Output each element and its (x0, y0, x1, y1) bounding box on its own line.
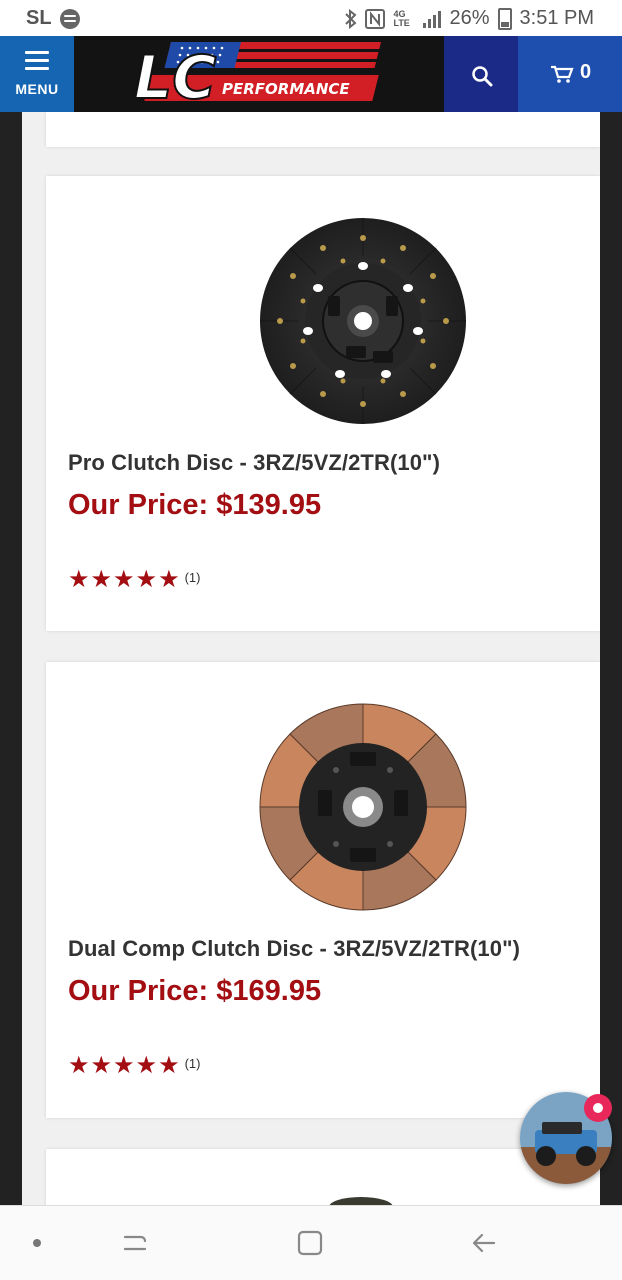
product-price: Our Price: $139.95 (68, 489, 322, 521)
network-type: 4G LTE (393, 8, 410, 28)
spotify-icon (59, 8, 80, 29)
cart-button[interactable]: 0 (518, 36, 622, 112)
star-icon: ★ (68, 1052, 90, 1079)
star-icon: ★ (90, 566, 113, 593)
star-icon: ★ (158, 566, 180, 593)
star-icon: ★ (158, 1052, 180, 1079)
menu-icon (25, 51, 49, 75)
battery-icon (497, 7, 512, 30)
rating-stars[interactable]: ★ ★ ★ ★ ★ (1) (68, 1054, 200, 1078)
cart-icon (551, 65, 574, 83)
product-price: Our Price: $169.95 (68, 975, 322, 1007)
status-bar: SL 4G LTE 26% 3:51 PM (0, 0, 622, 36)
search-icon (472, 66, 493, 87)
menu-label: MENU (15, 81, 59, 97)
star-icon: ★ (135, 1052, 158, 1079)
site-logo[interactable]: LC PERFORMANCE (130, 38, 388, 108)
signal-icon (423, 10, 442, 28)
rating-stars[interactable]: ★ ★ ★ ★ ★ (1) (68, 568, 200, 592)
system-nav-bar (0, 1205, 622, 1280)
status-right: 4G LTE 26% 3:51 PM (345, 7, 594, 30)
product-card-partial[interactable] (46, 1149, 600, 1205)
product-title[interactable]: Dual Comp Clutch Disc - 3RZ/5VZ/2TR(10") (68, 936, 520, 962)
star-icon: ★ (113, 1052, 135, 1079)
page-gutter (600, 112, 622, 1205)
status-left: SL (26, 7, 80, 30)
review-count[interactable]: (1) (185, 1056, 201, 1071)
site-header: MENU LC PERFORMANCE 0 (0, 36, 622, 112)
nav-indicator-dot (33, 1239, 41, 1247)
product-image[interactable] (258, 702, 468, 912)
logo-letters: LC (134, 43, 216, 108)
star-icon: ★ (90, 1052, 113, 1079)
recent-apps-icon[interactable] (121, 1229, 149, 1257)
star-icon: ★ (135, 566, 158, 593)
clock: 3:51 PM (519, 7, 594, 29)
product-list: Pro Clutch Disc - 3RZ/5VZ/2TR(10") Our P… (22, 112, 600, 1205)
cart-count: 0 (580, 61, 592, 83)
battery-percent: 26% (449, 7, 490, 29)
star-icon: ★ (68, 566, 90, 593)
product-card[interactable]: Dual Comp Clutch Disc - 3RZ/5VZ/2TR(10")… (46, 662, 600, 1118)
review-count[interactable]: (1) (185, 570, 201, 585)
bluetooth-icon (345, 8, 357, 29)
nfc-icon (365, 8, 386, 29)
carrier-label: SL (26, 7, 52, 29)
product-card-partial[interactable] (46, 112, 600, 147)
star-icon: ★ (113, 566, 135, 593)
chat-notification-badge (584, 1094, 612, 1122)
product-title[interactable]: Pro Clutch Disc - 3RZ/5VZ/2TR(10") (68, 450, 440, 476)
home-icon[interactable] (296, 1229, 324, 1257)
product-image[interactable] (326, 1195, 396, 1205)
product-image[interactable] (258, 216, 468, 426)
logo-text: PERFORMANCE (222, 80, 350, 98)
back-icon[interactable] (470, 1229, 498, 1257)
search-button[interactable] (444, 36, 518, 112)
menu-button[interactable]: MENU (0, 36, 74, 112)
product-card[interactable]: Pro Clutch Disc - 3RZ/5VZ/2TR(10") Our P… (46, 176, 600, 631)
